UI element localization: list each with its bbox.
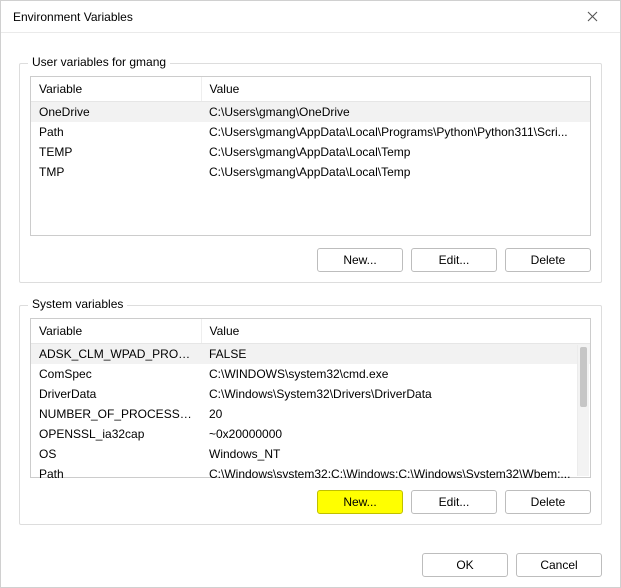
variable-cell: OS [31, 444, 201, 464]
variable-cell: ADSK_CLM_WPAD_PROXY_... [31, 344, 201, 364]
user-button-row: New... Edit... Delete [30, 248, 591, 272]
table-row[interactable]: PathC:\Windows\system32;C:\Windows;C:\Wi… [31, 464, 590, 478]
system-delete-button[interactable]: Delete [505, 490, 591, 514]
table-row[interactable]: ADSK_CLM_WPAD_PROXY_...FALSE [31, 344, 590, 364]
user-edit-button[interactable]: Edit... [411, 248, 497, 272]
variable-cell: OneDrive [31, 102, 201, 122]
value-cell: C:\Windows\System32\Drivers\DriverData [201, 384, 590, 404]
value-cell: C:\Users\gmang\OneDrive [201, 102, 590, 122]
user-variables-grid[interactable]: Variable Value OneDriveC:\Users\gmang\On… [30, 76, 591, 236]
value-cell: C:\Users\gmang\AppData\Local\Programs\Py… [201, 122, 590, 142]
user-col-variable[interactable]: Variable [31, 77, 201, 101]
system-col-value[interactable]: Value [201, 319, 590, 343]
table-row[interactable]: NUMBER_OF_PROCESSORS20 [31, 404, 590, 424]
ok-button[interactable]: OK [422, 553, 508, 577]
system-new-button[interactable]: New... [317, 490, 403, 514]
value-cell: 20 [201, 404, 590, 424]
system-button-row: New... Edit... Delete [30, 490, 591, 514]
table-row[interactable]: DriverDataC:\Windows\System32\Drivers\Dr… [31, 384, 590, 404]
variable-cell: TMP [31, 162, 201, 182]
environment-variables-dialog: Environment Variables User variables for… [0, 0, 621, 588]
variable-cell: Path [31, 122, 201, 142]
window-title: Environment Variables [13, 10, 572, 24]
variable-cell: OPENSSL_ia32cap [31, 424, 201, 444]
table-row[interactable]: OPENSSL_ia32cap~0x20000000 [31, 424, 590, 444]
system-scrollbar[interactable] [577, 345, 589, 476]
system-edit-button[interactable]: Edit... [411, 490, 497, 514]
table-row[interactable]: OneDriveC:\Users\gmang\OneDrive [31, 102, 590, 122]
value-cell: C:\Users\gmang\AppData\Local\Temp [201, 142, 590, 162]
value-cell: FALSE [201, 344, 590, 364]
value-cell: ~0x20000000 [201, 424, 590, 444]
dialog-footer: OK Cancel [1, 537, 620, 577]
variable-cell: NUMBER_OF_PROCESSORS [31, 404, 201, 424]
system-variables-group: System variables Variable Value ADSK_CLM… [19, 305, 602, 525]
user-variables-group: User variables for gmang Variable Value … [19, 63, 602, 283]
variable-cell: TEMP [31, 142, 201, 162]
system-group-label: System variables [28, 297, 127, 311]
value-cell: C:\WINDOWS\system32\cmd.exe [201, 364, 590, 384]
system-col-variable[interactable]: Variable [31, 319, 201, 343]
close-button[interactable] [572, 3, 612, 31]
scrollbar-thumb[interactable] [580, 347, 587, 407]
user-new-button[interactable]: New... [317, 248, 403, 272]
value-cell: C:\Windows\system32;C:\Windows;C:\Window… [201, 464, 590, 478]
table-row[interactable]: OSWindows_NT [31, 444, 590, 464]
user-col-value[interactable]: Value [201, 77, 590, 101]
user-group-label: User variables for gmang [28, 55, 170, 69]
variable-cell: DriverData [31, 384, 201, 404]
cancel-button[interactable]: Cancel [516, 553, 602, 577]
title-bar: Environment Variables [1, 1, 620, 33]
table-row[interactable]: ComSpecC:\WINDOWS\system32\cmd.exe [31, 364, 590, 384]
variable-cell: Path [31, 464, 201, 478]
variable-cell: ComSpec [31, 364, 201, 384]
value-cell: Windows_NT [201, 444, 590, 464]
table-row[interactable]: TMPC:\Users\gmang\AppData\Local\Temp [31, 162, 590, 182]
table-row[interactable]: PathC:\Users\gmang\AppData\Local\Program… [31, 122, 590, 142]
value-cell: C:\Users\gmang\AppData\Local\Temp [201, 162, 590, 182]
close-icon [587, 11, 598, 22]
dialog-body: User variables for gmang Variable Value … [1, 33, 620, 537]
system-variables-grid[interactable]: Variable Value ADSK_CLM_WPAD_PROXY_...FA… [30, 318, 591, 478]
user-delete-button[interactable]: Delete [505, 248, 591, 272]
table-row[interactable]: TEMPC:\Users\gmang\AppData\Local\Temp [31, 142, 590, 162]
